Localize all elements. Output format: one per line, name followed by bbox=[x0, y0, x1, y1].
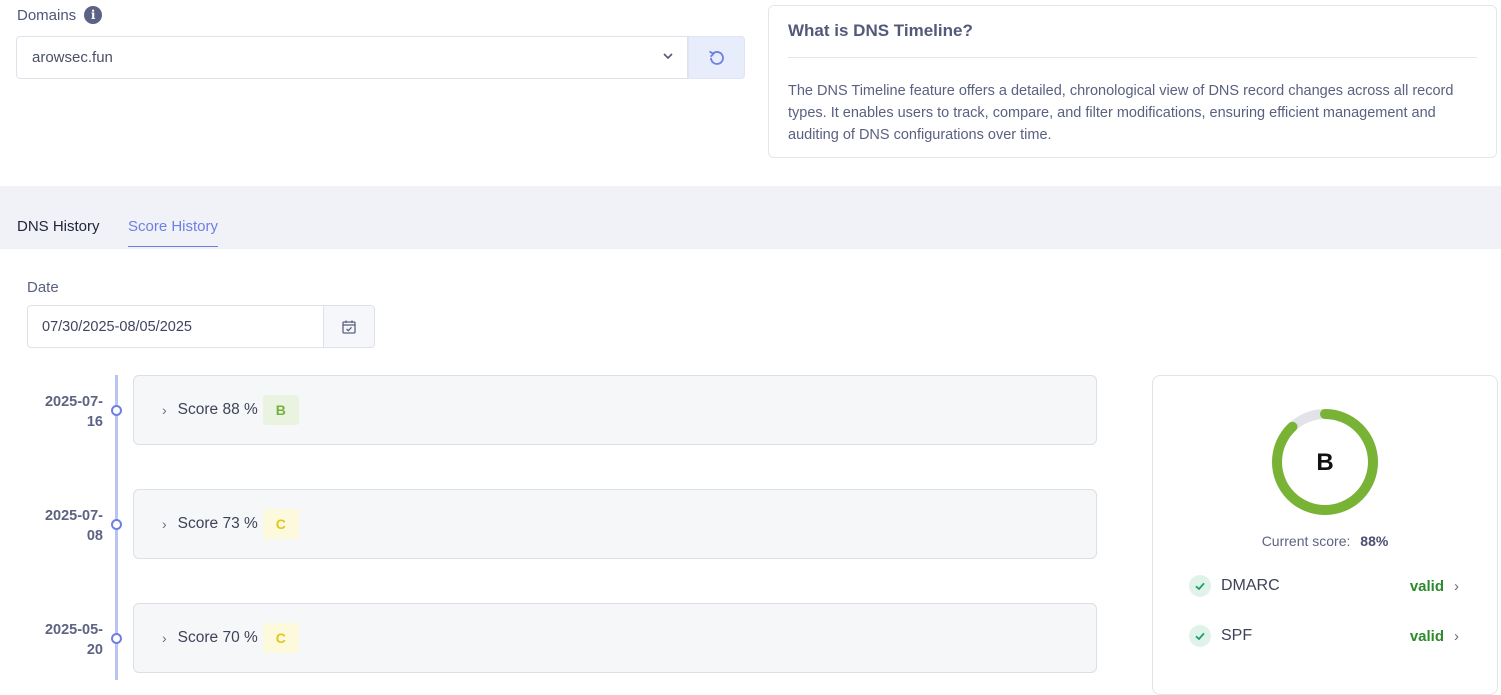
timeline-date: 2025-07- 08 bbox=[28, 506, 103, 546]
date-label: Date bbox=[27, 279, 59, 296]
chevron-right-icon: › bbox=[1454, 627, 1459, 645]
tab-dns-history[interactable]: DNS History bbox=[17, 218, 100, 246]
calendar-button[interactable] bbox=[323, 305, 375, 348]
score-panel: B Current score: 88% DMARC valid › SPF v… bbox=[1152, 375, 1498, 695]
check-row-spf[interactable]: SPF valid › bbox=[1189, 623, 1459, 649]
chevron-right-icon: › bbox=[162, 402, 167, 418]
grade-badge: C bbox=[262, 623, 299, 653]
calendar-check-icon bbox=[342, 320, 356, 334]
check-name: DMARC bbox=[1221, 577, 1280, 594]
domain-select-value: arowsec.fun bbox=[32, 49, 113, 66]
timeline-date: 2025-05- 20 bbox=[28, 620, 103, 660]
check-icon bbox=[1189, 575, 1211, 597]
timeline-dot bbox=[111, 633, 122, 644]
refresh-icon bbox=[708, 50, 724, 65]
grade-badge: C bbox=[262, 509, 299, 539]
chevron-right-icon: › bbox=[1454, 577, 1459, 595]
tab-score-history[interactable]: Score History bbox=[128, 218, 219, 247]
tab-bar: DNS History Score History bbox=[0, 186, 1501, 249]
info-card-text: The DNS Timeline feature offers a detail… bbox=[788, 83, 1454, 143]
donut-grade: B bbox=[1316, 449, 1333, 476]
domains-label: Domains i bbox=[17, 6, 103, 24]
timeline-date-part: 2025-05- bbox=[44, 622, 103, 638]
timeline-date-part: 20 bbox=[86, 642, 103, 658]
refresh-button[interactable] bbox=[688, 36, 745, 79]
grade-badge: B bbox=[262, 395, 299, 425]
timeline-date: 2025-07- 16 bbox=[28, 392, 103, 432]
current-score-value: 88% bbox=[1360, 533, 1389, 549]
check-status: valid bbox=[1409, 577, 1444, 595]
info-card: What is DNS Timeline? The DNS Timeline f… bbox=[768, 5, 1497, 158]
chevron-right-icon: › bbox=[162, 516, 167, 532]
timeline-dot bbox=[111, 405, 122, 416]
score-label: Score 88 % bbox=[177, 401, 258, 418]
score-donut: B bbox=[1272, 409, 1378, 515]
info-card-divider bbox=[788, 57, 1477, 58]
current-score: Current score: 88% bbox=[1153, 533, 1497, 549]
timeline-score-card[interactable]: › Score 88 % B bbox=[133, 375, 1097, 445]
check-status: valid bbox=[1409, 627, 1444, 645]
timeline-date-part: 08 bbox=[86, 528, 103, 544]
info-icon[interactable]: i bbox=[84, 6, 103, 24]
date-range-input[interactable]: 07/30/2025-08/05/2025 bbox=[27, 305, 324, 348]
score-label: Score 73 % bbox=[177, 515, 258, 532]
timeline-date-part: 16 bbox=[86, 414, 103, 430]
chevron-right-icon: › bbox=[162, 630, 167, 646]
domain-select[interactable]: arowsec.fun bbox=[16, 36, 688, 79]
timeline-score-card[interactable]: › Score 73 % C bbox=[133, 489, 1097, 559]
check-icon bbox=[1189, 625, 1211, 647]
date-range-value: 07/30/2025-08/05/2025 bbox=[42, 318, 192, 335]
check-row-dmarc[interactable]: DMARC valid › bbox=[1189, 573, 1459, 599]
timeline-dot bbox=[111, 519, 122, 530]
domains-label-text: Domains bbox=[17, 6, 77, 24]
info-card-title: What is DNS Timeline? bbox=[788, 21, 973, 40]
current-score-label: Current score: bbox=[1261, 533, 1351, 549]
score-label: Score 70 % bbox=[177, 629, 258, 646]
chevron-down-icon bbox=[663, 53, 673, 60]
timeline-score-card[interactable]: › Score 70 % C bbox=[133, 603, 1097, 673]
check-name: SPF bbox=[1221, 627, 1253, 644]
timeline-date-part: 2025-07- bbox=[44, 394, 103, 410]
timeline-date-part: 2025-07- bbox=[44, 508, 103, 524]
